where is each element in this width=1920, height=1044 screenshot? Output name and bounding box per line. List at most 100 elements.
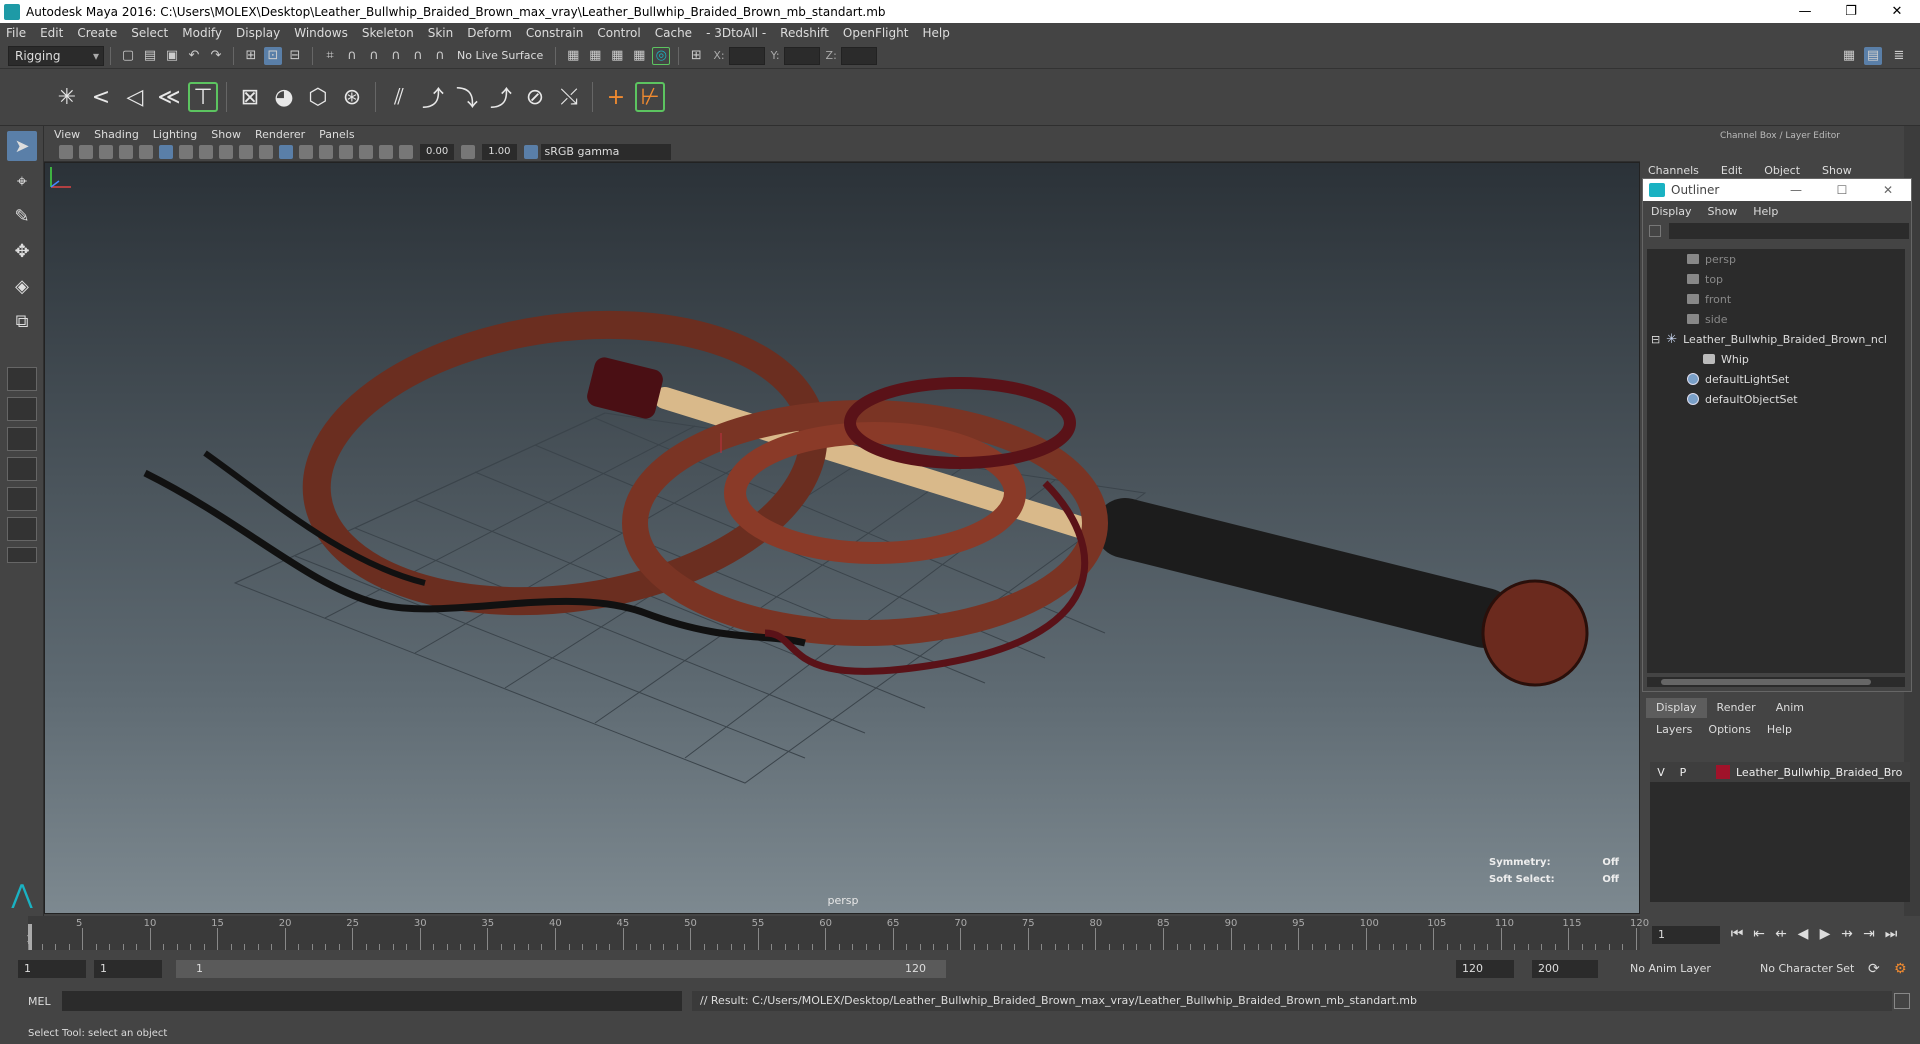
time-ruler[interactable]: 1 5 10 15 20 25 30 35 40 45 50 55 60 65 70 75 80 85 90 95 1… bbox=[26, 916, 1649, 950]
insert-joint-icon[interactable]: < bbox=[86, 82, 116, 112]
gamma-field[interactable]: 1.00 bbox=[482, 143, 517, 160]
play-forwards-icon[interactable]: ▶ bbox=[1814, 926, 1836, 942]
menu-redshift[interactable]: Redshift bbox=[780, 26, 829, 40]
isolate-select-icon[interactable] bbox=[279, 144, 293, 159]
menu-display[interactable]: Display bbox=[236, 26, 280, 40]
lights-icon[interactable] bbox=[219, 144, 233, 159]
menu-deform[interactable]: Deform bbox=[467, 26, 512, 40]
ambient-occlusion-icon[interactable] bbox=[259, 144, 273, 159]
mirror-weights-icon[interactable]: ⤵ bbox=[452, 82, 482, 112]
panel-menu-shading[interactable]: Shading bbox=[94, 128, 139, 141]
menu-windows[interactable]: Windows bbox=[294, 26, 348, 40]
lattice-icon[interactable]: ◕ bbox=[269, 82, 299, 112]
wire-deformer-icon[interactable]: ⊛ bbox=[337, 82, 367, 112]
layer-menu-options[interactable]: Options bbox=[1708, 723, 1750, 736]
attribute-editor-icon[interactable]: ▤ bbox=[1864, 46, 1882, 65]
field-chart-icon[interactable] bbox=[359, 144, 373, 159]
outliner-item[interactable]: defaultLightSet bbox=[1647, 369, 1905, 389]
outliner-item[interactable]: ⊟ ✳ Leather_Bullwhip_Braided_Brown_ncl bbox=[1647, 329, 1905, 349]
auto-key-icon[interactable]: ⟳ bbox=[1868, 960, 1880, 978]
z-field[interactable] bbox=[840, 46, 877, 65]
camera-attributes-icon[interactable] bbox=[59, 144, 73, 159]
gamma-icon[interactable] bbox=[461, 144, 476, 159]
mode-dropdown[interactable]: Rigging bbox=[8, 45, 104, 66]
range-slider-bar[interactable]: 1 120 bbox=[176, 960, 946, 978]
parent-constraint-icon[interactable]: ⊬ bbox=[635, 82, 665, 112]
open-scene-icon[interactable]: ▤ bbox=[141, 47, 159, 65]
outliner-menu-help[interactable]: Help bbox=[1753, 205, 1778, 218]
outliner-menu-display[interactable]: Display bbox=[1651, 205, 1692, 218]
restore-button[interactable]: ❐ bbox=[1828, 0, 1874, 23]
scale-tool-icon[interactable]: ⧉ bbox=[7, 306, 37, 336]
layer-tab-display[interactable]: Display bbox=[1646, 698, 1707, 718]
smooth-shade-icon[interactable] bbox=[179, 144, 193, 159]
playback-end-field[interactable]: 120 bbox=[1456, 960, 1514, 978]
layer-tab-render[interactable]: Render bbox=[1707, 698, 1766, 718]
playback-start-field[interactable]: 1 bbox=[94, 960, 162, 978]
rotate-tool-icon[interactable]: ◈ bbox=[7, 271, 37, 301]
undo-icon[interactable]: ↶ bbox=[185, 47, 203, 65]
menu-help[interactable]: Help bbox=[922, 26, 949, 40]
paint-weights-icon[interactable]: ⤴ bbox=[418, 82, 448, 112]
persp-hypershade-layout-icon[interactable] bbox=[7, 517, 37, 541]
y-field[interactable] bbox=[783, 46, 820, 65]
copy-weights-icon[interactable]: ⤴ bbox=[486, 82, 516, 112]
lasso-tool-icon[interactable]: ⌖ bbox=[7, 166, 37, 196]
panel-menu-view[interactable]: View bbox=[54, 128, 80, 141]
start-time-field[interactable]: 1 bbox=[18, 960, 86, 978]
current-frame-field[interactable]: 1 bbox=[1652, 926, 1720, 944]
move-tool-icon[interactable]: ✥ bbox=[7, 236, 37, 266]
channel-box-icon[interactable]: ≣ bbox=[1890, 47, 1908, 65]
image-plane-icon[interactable] bbox=[99, 144, 113, 159]
xray-icon[interactable] bbox=[299, 144, 313, 159]
menu-openflight[interactable]: OpenFlight bbox=[843, 26, 909, 40]
wireframe-icon[interactable] bbox=[159, 144, 173, 159]
menu-create[interactable]: Create bbox=[77, 26, 117, 40]
layer-visibility-toggle[interactable]: V bbox=[1650, 766, 1672, 779]
go-to-start-icon[interactable]: ⏮ bbox=[1726, 926, 1748, 942]
snap-grid-icon[interactable]: ⌗ bbox=[321, 47, 339, 65]
snap-view-icon[interactable]: ∩ bbox=[387, 47, 405, 65]
menu-edit[interactable]: Edit bbox=[40, 26, 63, 40]
select-tool-icon[interactable]: ➤ bbox=[7, 131, 37, 161]
save-scene-icon[interactable]: ▣ bbox=[163, 47, 181, 65]
outliner-menu-show[interactable]: Show bbox=[1708, 205, 1738, 218]
menu-skin[interactable]: Skin bbox=[428, 26, 454, 40]
resolution-gate-icon[interactable] bbox=[339, 144, 353, 159]
render-view-icon[interactable]: ▦ bbox=[630, 47, 648, 65]
ik-spline-icon[interactable]: ≪ bbox=[154, 82, 184, 112]
select-component-icon[interactable]: ⊟ bbox=[286, 47, 304, 65]
menu-select[interactable]: Select bbox=[131, 26, 168, 40]
outliner-item[interactable]: front bbox=[1647, 289, 1905, 309]
x-field[interactable] bbox=[728, 46, 765, 65]
outliner-search-field[interactable] bbox=[1669, 223, 1909, 239]
select-object-icon[interactable]: ⊡ bbox=[264, 46, 282, 65]
prune-weights-icon[interactable]: ⊘ bbox=[520, 82, 550, 112]
transform-mode-icon[interactable]: ⊞ bbox=[687, 47, 705, 65]
play-backwards-icon[interactable]: ◀ bbox=[1792, 926, 1814, 942]
outliner-maximize-button[interactable]: ☐ bbox=[1819, 183, 1865, 197]
outliner-close-button[interactable]: ✕ bbox=[1865, 183, 1911, 197]
hypershade-icon[interactable]: ◎ bbox=[652, 46, 671, 65]
outliner-scrollbar[interactable] bbox=[1647, 677, 1905, 687]
safe-action-icon[interactable] bbox=[379, 144, 393, 159]
side-by-side-layout-icon[interactable] bbox=[7, 427, 37, 451]
render-settings-icon[interactable]: ▦ bbox=[564, 47, 582, 65]
step-back-key-icon[interactable]: ⇤ bbox=[1748, 926, 1770, 942]
live-surface-label[interactable]: No Live Surface bbox=[457, 49, 543, 62]
close-button[interactable]: ✕ bbox=[1874, 0, 1920, 23]
menu-modify[interactable]: Modify bbox=[182, 26, 222, 40]
layer-playback-toggle[interactable]: P bbox=[1672, 766, 1694, 779]
four-pane-layout-icon[interactable] bbox=[7, 397, 37, 421]
view-transform-dropdown[interactable]: sRGB gamma bbox=[540, 143, 671, 160]
script-editor-icon[interactable] bbox=[1894, 993, 1910, 1009]
ik-handle-icon[interactable]: ◁ bbox=[120, 82, 150, 112]
persp-graph-layout-icon[interactable] bbox=[7, 487, 37, 511]
outliner-item[interactable]: defaultObjectSet bbox=[1647, 389, 1905, 409]
redo-icon[interactable]: ↷ bbox=[207, 47, 225, 65]
character-set-dropdown[interactable]: No Character Set bbox=[1760, 960, 1854, 978]
persp-outliner-layout-icon[interactable] bbox=[7, 457, 37, 481]
menu-control[interactable]: Control bbox=[597, 26, 640, 40]
snap-curve-icon[interactable]: ∩ bbox=[343, 47, 361, 65]
wrap-deformer-icon[interactable]: ⬡ bbox=[303, 82, 333, 112]
